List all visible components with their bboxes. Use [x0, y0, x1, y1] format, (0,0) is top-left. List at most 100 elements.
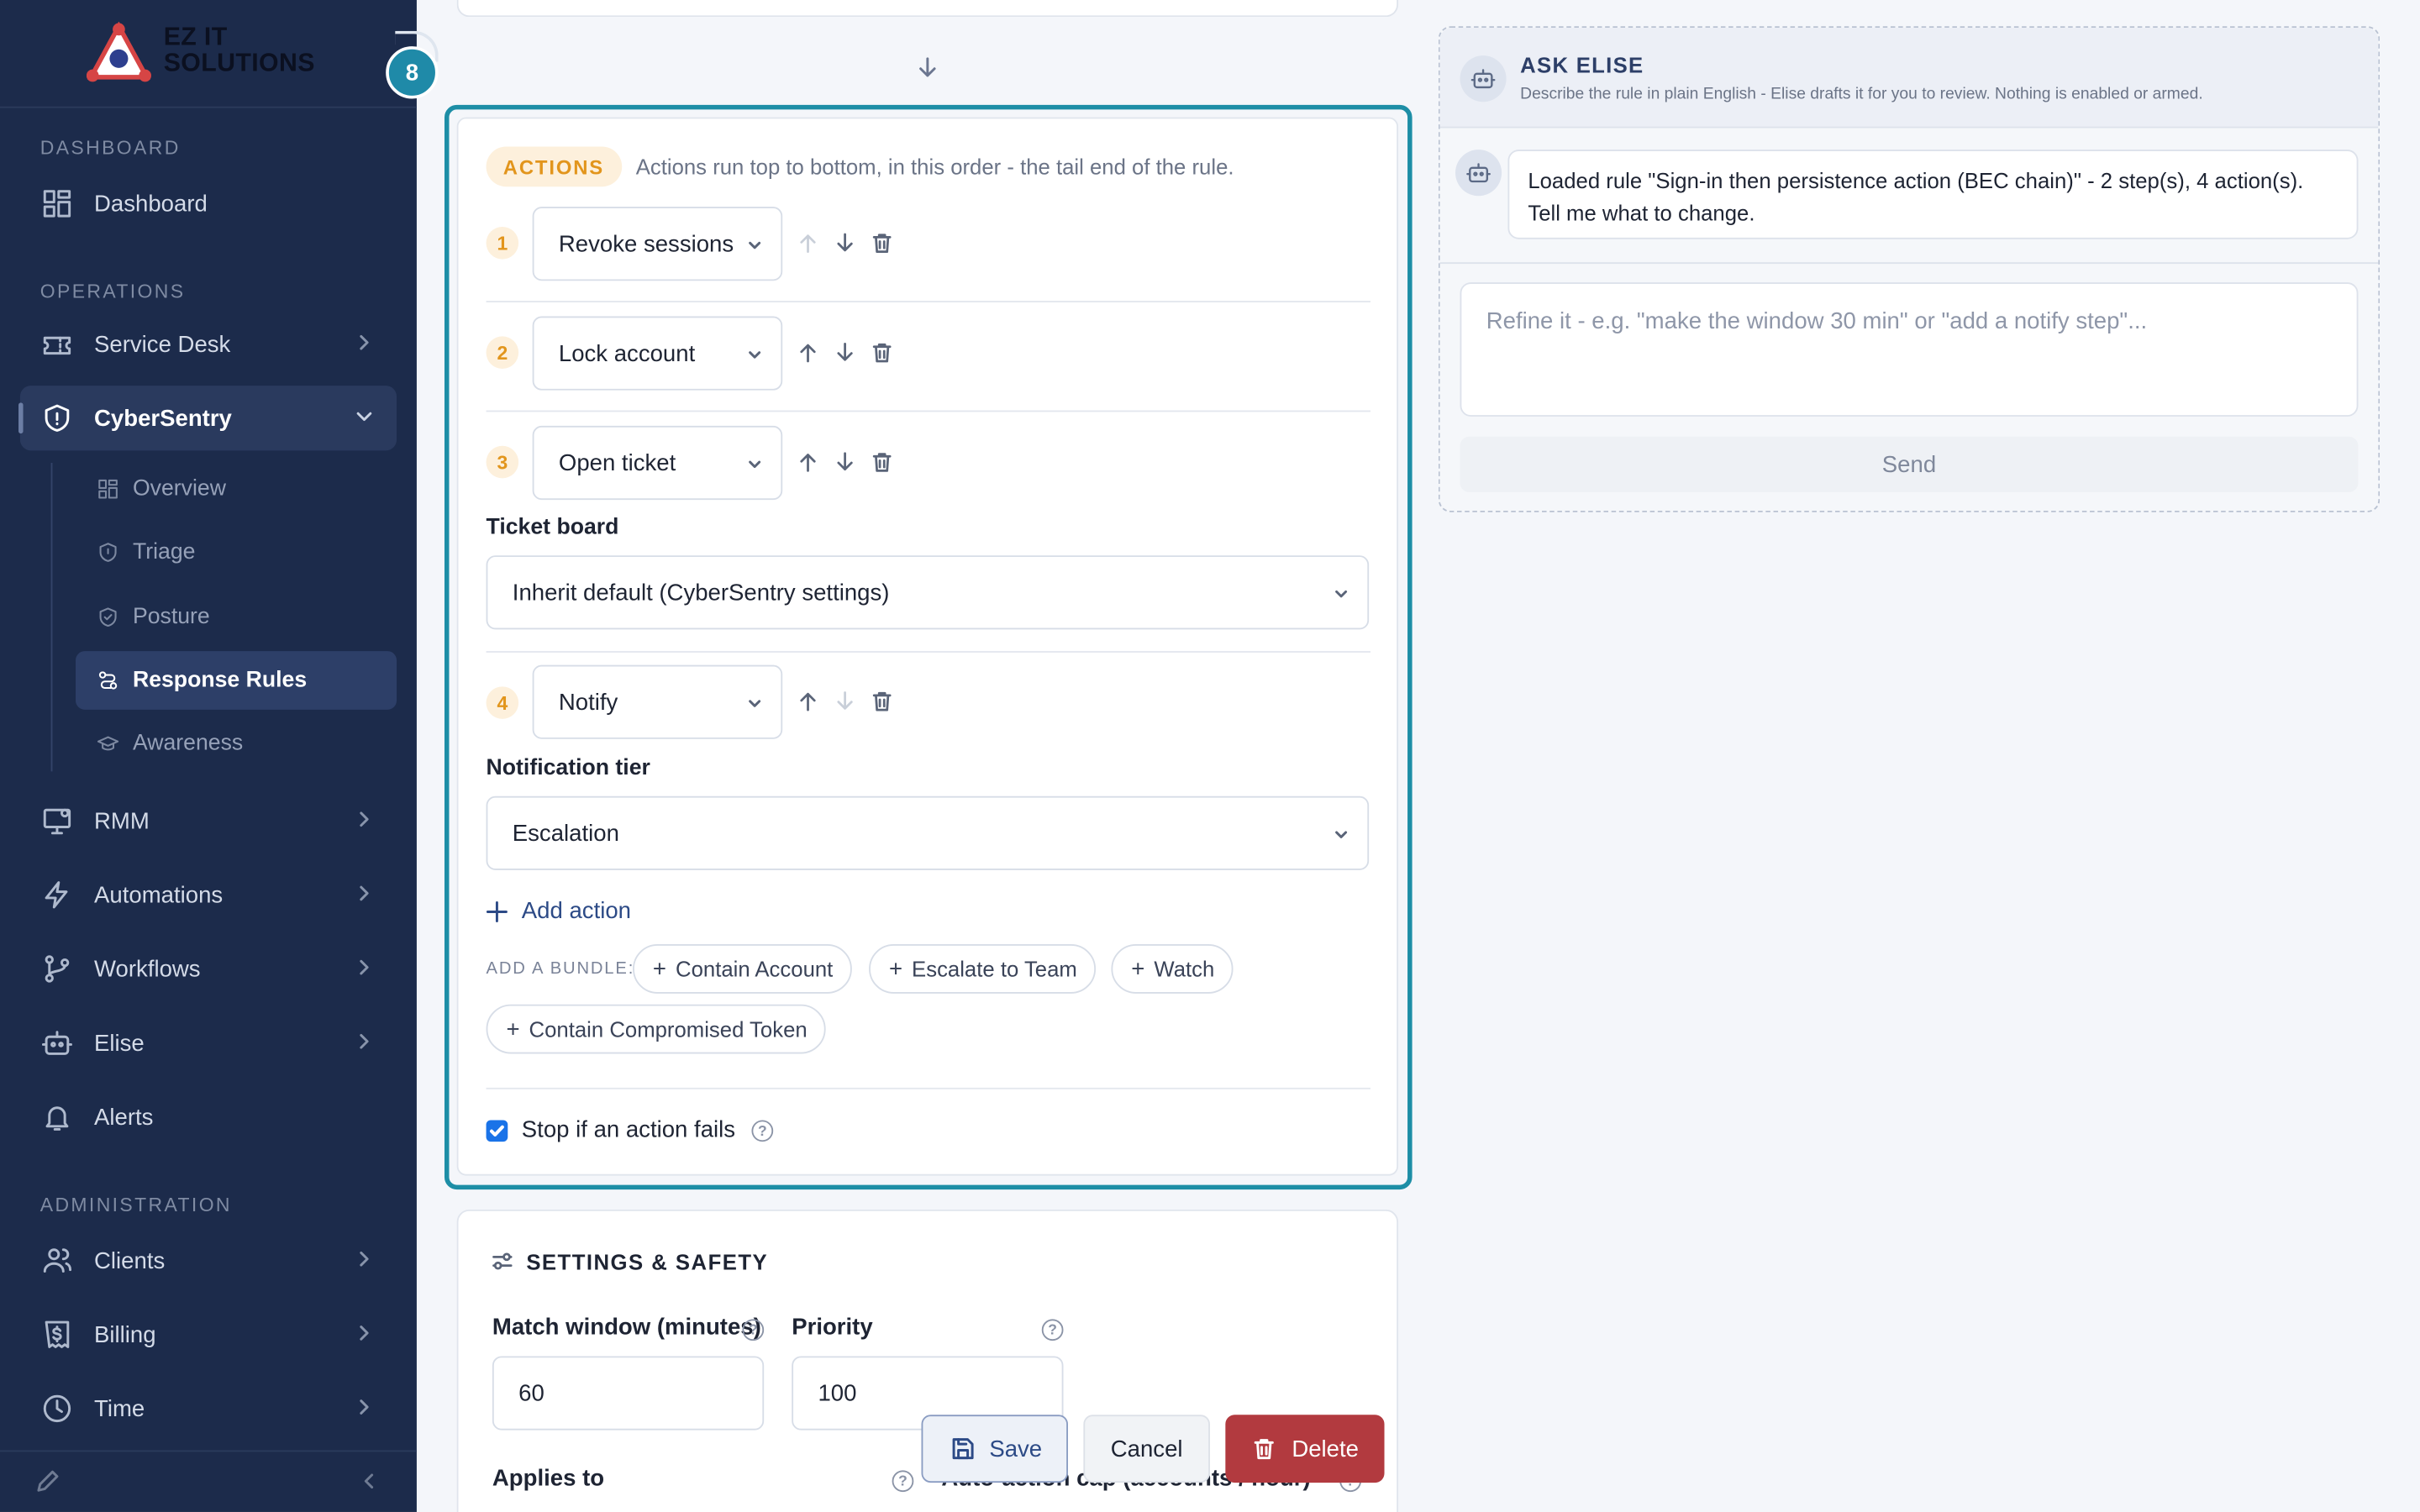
priority-label: Priority	[792, 1314, 873, 1341]
collapse-sidebar-icon[interactable]	[358, 1470, 380, 1492]
cancel-label: Cancel	[1110, 1436, 1183, 1462]
chevron-right-icon	[360, 959, 369, 975]
bundle-chip-contain-account[interactable]: + Contain Account	[633, 944, 852, 994]
action-select-4[interactable]: Notify	[532, 664, 783, 739]
move-up-icon[interactable]	[797, 690, 820, 713]
ticket-board-select[interactable]: Inherit default (CyberSentry settings)	[486, 555, 1370, 630]
section-label-dashboard: DASHBOARD	[39, 137, 181, 160]
monitor-icon	[43, 808, 71, 835]
shield-icon	[99, 543, 117, 562]
sidebar-item-cybersentry[interactable]: CyberSentry	[18, 386, 397, 451]
sidebar-item-billing[interactable]: Billing	[20, 1302, 397, 1367]
sidebar-item-label: RMM	[94, 807, 150, 834]
robot-icon	[41, 1031, 72, 1055]
chevron-right-icon	[360, 1326, 369, 1341]
robot-glyph	[1466, 163, 1491, 183]
trash-icon[interactable]	[871, 450, 894, 474]
sidebar-item-rmm[interactable]: RMM	[20, 789, 397, 853]
move-down-icon[interactable]	[834, 341, 857, 365]
action-select-3[interactable]: Open ticket	[532, 425, 783, 501]
sidebar-item-service-desk[interactable]: Service Desk	[20, 312, 397, 376]
help-icon[interactable]: ?	[892, 1470, 914, 1493]
plus-icon: +	[888, 955, 903, 983]
sidebar-item-alerts[interactable]: Alerts	[20, 1084, 397, 1149]
applies-to-label: Applies to	[492, 1465, 605, 1493]
sidebar-subitem-triage[interactable]: Triage	[76, 523, 397, 582]
ez-it-logo	[86, 21, 151, 82]
action-number: 3	[486, 445, 519, 479]
sidebar-item-automations[interactable]: Automations	[20, 863, 397, 927]
ask-elise-title: ASK ELISE	[1520, 52, 1644, 77]
sidebar-subitem-response-rules[interactable]: Response Rules	[75, 651, 397, 710]
sidebar-item-time[interactable]: Time	[20, 1376, 397, 1441]
sidebar-item-clients[interactable]: Clients	[20, 1228, 397, 1293]
cancel-button[interactable]: Cancel	[1083, 1415, 1210, 1483]
submenu-guide-line	[50, 463, 53, 772]
help-icon[interactable]: ?	[751, 1120, 774, 1142]
sidebar-item-label: Alerts	[94, 1104, 154, 1131]
notification-tier-select[interactable]: Escalation	[486, 795, 1370, 870]
move-up-icon[interactable]	[797, 450, 820, 474]
robot-icon	[1455, 150, 1502, 197]
arrow-down-icon	[919, 57, 936, 77]
bundle-chip-label: Contain Account	[676, 956, 834, 982]
chevron-right-icon	[360, 1033, 369, 1049]
sidebar-item-workflows[interactable]: Workflows	[20, 937, 397, 1001]
refine-input[interactable]: Refine it - e.g. "make the window 30 min…	[1460, 282, 2359, 417]
stop-on-fail-checkbox[interactable]	[486, 1120, 508, 1142]
stop-on-fail-label: Stop if an action fails	[521, 1116, 736, 1143]
sidebar-item-label: Automations	[94, 881, 224, 908]
action-select-value: Open ticket	[558, 449, 676, 476]
bundle-chip-watch[interactable]: + Watch	[1111, 944, 1234, 994]
sidebar-subitem-overview[interactable]: Overview	[76, 459, 397, 518]
section-label-administration: ADMINISTRATION	[39, 1194, 232, 1216]
save-button[interactable]: Save	[921, 1415, 1068, 1483]
trash-icon[interactable]	[871, 232, 894, 255]
trash-icon[interactable]	[871, 690, 894, 713]
action-select-value: Revoke sessions	[558, 230, 734, 257]
match-window-input[interactable]: 60	[492, 1356, 765, 1431]
bundle-label: ADD A BUNDLE:	[486, 959, 635, 979]
divider	[1439, 262, 2379, 265]
trash-icon[interactable]	[871, 341, 894, 365]
shield-icon	[45, 404, 70, 432]
delete-button[interactable]: Delete	[1225, 1415, 1385, 1483]
plus-icon	[486, 900, 508, 922]
move-down-icon[interactable]	[834, 450, 857, 474]
action-select-1[interactable]: Revoke sessions	[532, 207, 783, 281]
action-number: 1	[486, 226, 519, 260]
grid-icon	[98, 479, 118, 499]
bundle-chip-escalate-to-team[interactable]: + Escalate to Team	[869, 944, 1096, 994]
bundle-chip-label: Escalate to Team	[912, 956, 1077, 982]
chevron-down-icon	[749, 700, 761, 707]
move-up-icon[interactable]	[797, 341, 820, 365]
sidebar-subitem-awareness[interactable]: Awareness	[76, 714, 397, 773]
plus-icon: +	[1131, 955, 1145, 983]
help-icon[interactable]: ?	[742, 1319, 765, 1341]
sliders-icon	[492, 1252, 513, 1270]
sidebar-subitem-posture[interactable]: Posture	[76, 588, 397, 647]
add-action-button[interactable]: Add action	[486, 898, 631, 924]
brand-name: EZ IT SOLUTIONS	[164, 24, 315, 76]
bundle-chip-contain-compromised-token[interactable]: + Contain Compromised Token	[486, 1004, 826, 1054]
sidebar-subitem-label: Awareness	[132, 731, 244, 756]
notification-count-badge[interactable]: 8	[386, 46, 439, 99]
actions-pill: ACTIONS	[486, 146, 622, 187]
move-up-icon[interactable]	[797, 232, 820, 255]
elise-message-line: Loaded rule "Sign-in then persistence ac…	[1528, 168, 2304, 193]
help-icon[interactable]: ?	[1041, 1319, 1064, 1341]
action-select-2[interactable]: Lock account	[532, 316, 783, 391]
match-window-label: Match window (minutes)	[492, 1314, 761, 1341]
move-down-icon[interactable]	[834, 232, 857, 255]
chevron-right-icon	[360, 1399, 369, 1415]
sidebar-item-dashboard[interactable]: Dashboard	[20, 171, 397, 236]
move-down-icon[interactable]	[834, 690, 857, 713]
action-select-value: Lock account	[558, 339, 696, 367]
git-branch-icon	[45, 955, 70, 983]
sidebar-item-elise[interactable]: Elise	[20, 1011, 397, 1075]
ask-elise-subtitle: Describe the rule in plain English - Eli…	[1520, 85, 2203, 104]
route-icon	[98, 671, 118, 690]
elise-message-line: Tell me what to change.	[1528, 200, 1755, 226]
send-button[interactable]: Send	[1460, 436, 2359, 492]
pencil-icon[interactable]	[34, 1467, 61, 1495]
